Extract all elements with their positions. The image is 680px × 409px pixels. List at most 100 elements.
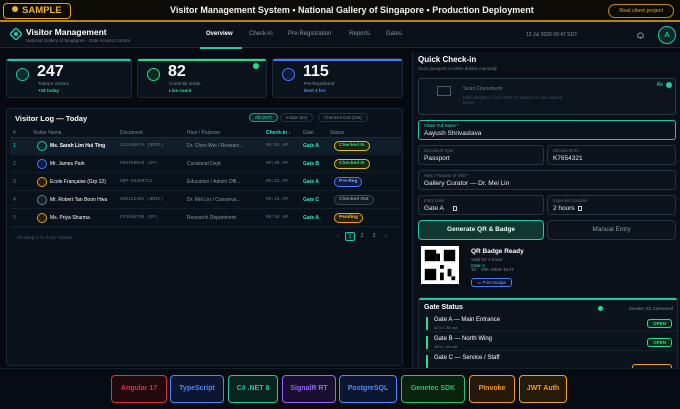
stat-label: Pre-Registered [304, 81, 335, 86]
field-label: Host / Purpose of Visit * [424, 173, 469, 178]
page-next[interactable]: › [381, 232, 391, 241]
gate-row[interactable]: Gate B — North Wing 18 in / 15 out OPEN [422, 334, 676, 351]
stat-card-today: 247 Today's Visitors +18 today [6, 58, 132, 98]
tab-check-in[interactable]: Check-in [249, 31, 273, 37]
page-1[interactable]: 1 [345, 232, 355, 241]
gate-status-panel: Gate Status Genetec SC Connected Gate A … [418, 297, 678, 372]
gate: Gate A [303, 179, 319, 185]
header-datetime: 12 Jul 2026 09:47 SGT [526, 32, 578, 38]
scanner-toggle[interactable] [666, 82, 672, 88]
gate-row[interactable]: Gate A — Main Entrance 42 in / 38 out OP… [422, 315, 676, 332]
qr-badge-title: QR Badge Ready [471, 248, 524, 255]
field-label: Document Type [424, 148, 454, 153]
page-2[interactable]: 2 [357, 232, 367, 241]
user-avatar[interactable]: A [658, 26, 676, 44]
stat-label: Today's Visitors [38, 81, 70, 86]
tab-gates[interactable]: Gates [386, 31, 402, 37]
row-number: 2 [13, 161, 16, 167]
generate-qr-button[interactable]: Generate QR & Badge [418, 220, 544, 240]
document-number-field[interactable]: Document No. K7654321 [547, 145, 676, 165]
host: Research Department [187, 215, 236, 221]
real-client-button[interactable]: Real client project [608, 4, 674, 18]
stat-value: 247 [37, 63, 64, 80]
status-badge: Pre-Reg [334, 177, 363, 187]
qr-id: ID: VMS-2026-0247 [471, 269, 514, 273]
table-row[interactable]: 2 Mr. James Park P56789010 (EP) Curatori… [10, 156, 401, 173]
tab-overview[interactable]: Overview [206, 31, 233, 37]
dropdown-icon [578, 206, 582, 211]
tab-reports[interactable]: Reports [349, 31, 370, 37]
avatar [37, 177, 47, 187]
avatar [37, 213, 47, 223]
filter-checked-out[interactable]: Checked Out (165) [318, 113, 369, 122]
bell-icon[interactable] [636, 31, 645, 40]
stat-card-preregistered: 115 Pre-Registered Next 4 hrs [272, 58, 403, 98]
document-type-field[interactable]: Document Type Passport [418, 145, 544, 165]
table-row[interactable]: 5 Ms. Priya Sharma F23456789 (EP) Resear… [10, 210, 401, 227]
tech-chip-dotnet: C# .NET 8 [228, 375, 278, 403]
page-3[interactable]: 3 [369, 232, 379, 241]
entry-gate-select[interactable]: Entry Gate Gate A [418, 195, 544, 215]
field-label: Document No. [553, 148, 580, 153]
print-badge-button[interactable]: ▭ Print Badge [471, 278, 513, 287]
stat-card-inside: 82 Currently Inside Live count [137, 58, 267, 98]
stat-value: 82 [168, 63, 186, 80]
checkin-time: 08:58 AM [266, 215, 288, 220]
host-purpose-field[interactable]: Host / Purpose of Visit * Gallery Curato… [418, 170, 676, 190]
gate-name: Gate B — North Wing [434, 336, 493, 342]
gate-indicator [426, 336, 428, 349]
gate-status-title: Gate Status [424, 304, 463, 311]
checkin-time: 09:38 AM [266, 161, 288, 166]
page-prev[interactable]: ‹ [333, 232, 343, 241]
quick-checkin-subtitle: Scan passport or enter details manually [418, 66, 498, 71]
table-row[interactable]: 1 Ms. Sarah Lim Hui Ting S1234567A (NRIC… [10, 138, 401, 155]
tech-chip-angular: Angular 17 [111, 375, 167, 403]
visitor-name-field[interactable]: Visitor Full Name * Aayush Shrivastava [418, 120, 676, 140]
col-header-name[interactable]: Visitor Name [33, 130, 62, 136]
sample-badge: SAMPLE [3, 3, 71, 19]
col-header-status[interactable]: Status [330, 130, 344, 136]
field-value: Passport [424, 155, 450, 162]
filter-all[interactable]: All (247) [249, 113, 278, 122]
row-number: 5 [13, 215, 16, 221]
tech-chip-signalr: SignalR RT [282, 375, 336, 403]
calendar-icon [282, 68, 295, 81]
tab-pre-registration[interactable]: Pre-Registration [288, 31, 331, 37]
gate: Gate B [303, 161, 320, 167]
col-header-document[interactable]: Document [120, 130, 143, 136]
stat-sub: Next 4 hrs [304, 88, 326, 93]
gate-status-badge: OPEN [647, 338, 672, 347]
filter-inside[interactable]: Inside (82) [280, 113, 314, 122]
live-indicator [253, 63, 259, 69]
field-value: K7654321 [553, 155, 583, 162]
manual-entry-button[interactable]: Manual Entry [547, 220, 676, 240]
col-header-checkin[interactable]: Check-in ↓ [266, 130, 291, 136]
visitor-name: Mr. Robert Tan Boon Hwa [50, 197, 108, 203]
rescan-label[interactable]: Re [657, 82, 663, 88]
visitor-name: Mr. James Park [50, 161, 85, 167]
app-brand-subtitle: National Gallery of Singapore · Gate Acc… [26, 38, 130, 43]
person-icon [16, 68, 29, 81]
scan-document-dropzone[interactable]: Scan Document Hold passport / visa / NRI… [418, 78, 676, 115]
duration-select[interactable]: Expected Duration 2 hours [547, 195, 676, 215]
gate-name: Gate A — Main Entrance [434, 317, 501, 323]
col-header-gate[interactable]: Gate [303, 130, 314, 136]
visitor-name: Ms. Priya Sharma [50, 215, 90, 221]
gate-name: Gate C — Service / Staff [434, 355, 500, 361]
table-row[interactable]: 3 École Française (Grp 12) GRP-20260712 … [10, 174, 401, 191]
visitor-log-title: Visitor Log — Today [15, 114, 88, 123]
gate-panel-accent [419, 298, 677, 300]
host: Education / Admin Offi... [187, 179, 241, 185]
banner-title: Visitor Management System • National Gal… [170, 5, 534, 15]
card-accent [273, 59, 402, 61]
inside-icon [147, 68, 160, 81]
field-label: Entry Gate [424, 198, 445, 203]
gate: Gate A [303, 143, 319, 149]
host: Dr. Mei Lin / Conserva... [187, 197, 241, 203]
visitor-name: Ms. Sarah Lim Hui Ting [50, 143, 106, 149]
col-header-host[interactable]: Host / Purpose [187, 130, 220, 136]
visitor-log-panel: Visitor Log — Today All (247) Inside (82… [6, 108, 403, 366]
table-row[interactable]: 4 Mr. Robert Tan Boon Hwa S8812345C (NRI… [10, 192, 401, 209]
print-label: Print Badge [482, 280, 507, 285]
gate: Gate C [303, 197, 320, 203]
